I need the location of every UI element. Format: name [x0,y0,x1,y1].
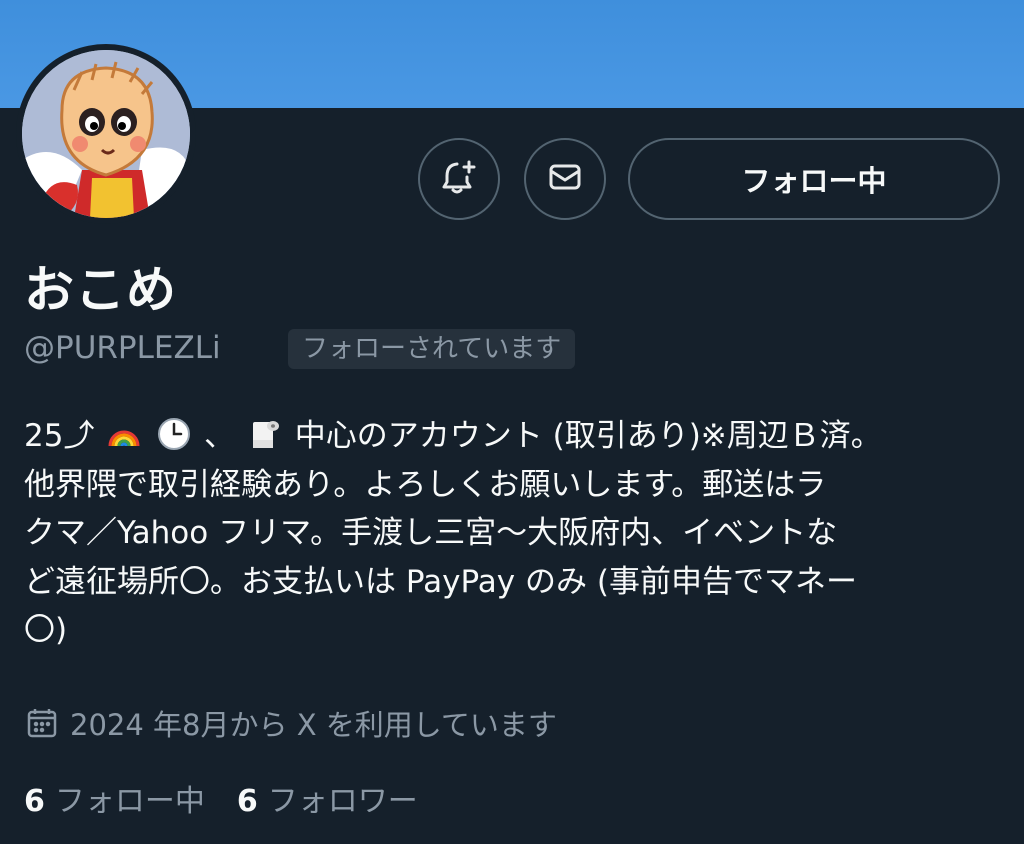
notify-button[interactable] [418,138,500,220]
user-handle: @PURPLEZLi [24,330,221,366]
bio-line-4: ど遠征場所〇。お支払いは PayPay のみ (事前申告でマネー [24,563,857,600]
bio-line-5: 〇) [24,612,68,648]
follow-stats: 6 フォロー中 6 フォロワー [24,776,450,820]
profile-bio: 25⤴ 、 中心のアカウント (取引あり)※周辺Ｂ済。 他界隈で取引経験あり。よ… [24,412,1009,655]
toilet-paper-icon [252,421,279,448]
mail-icon [545,157,585,201]
clock-icon [158,418,191,450]
bio-text: 、 [204,418,236,454]
joined-text: 2024 年8月から X を利用しています [70,708,557,742]
following-button[interactable]: フォロー中 [628,138,1000,220]
bio-line-2: 他界隈で取引経験あり。よろしくお願いします。郵送はラ [24,466,827,503]
bio-text: 中心のアカウント (取引あり)※周辺Ｂ済。 [294,418,882,454]
rainbow-icon [108,430,140,447]
bio-text: 25⤴ [24,418,95,454]
following-link[interactable]: 6 フォロー中 [24,776,205,820]
profile-avatar[interactable] [16,44,196,224]
following-label: フォロー中 [54,784,205,819]
calendar-icon [27,709,57,738]
display-name: おこめ [24,261,177,319]
bio-line-1: 25⤴ 、 中心のアカウント (取引あり)※周辺Ｂ済。 [24,412,1009,461]
follows-you-badge: フォローされています [288,329,576,369]
bio-line-3: クマ／Yahoo フリマ。手渡し三宮〜大阪府内、イベントな [24,515,838,551]
joined-date: 2024 年8月から X を利用しています [24,702,557,744]
following-count: 6 [24,784,45,819]
followers-count: 6 [236,784,258,819]
followers-link[interactable]: 6 フォロワー [237,776,418,820]
bell-plus-icon [439,157,479,201]
followers-label: フォロワー [267,784,418,819]
message-button[interactable] [524,138,606,220]
character-avatar-icon [22,50,190,218]
